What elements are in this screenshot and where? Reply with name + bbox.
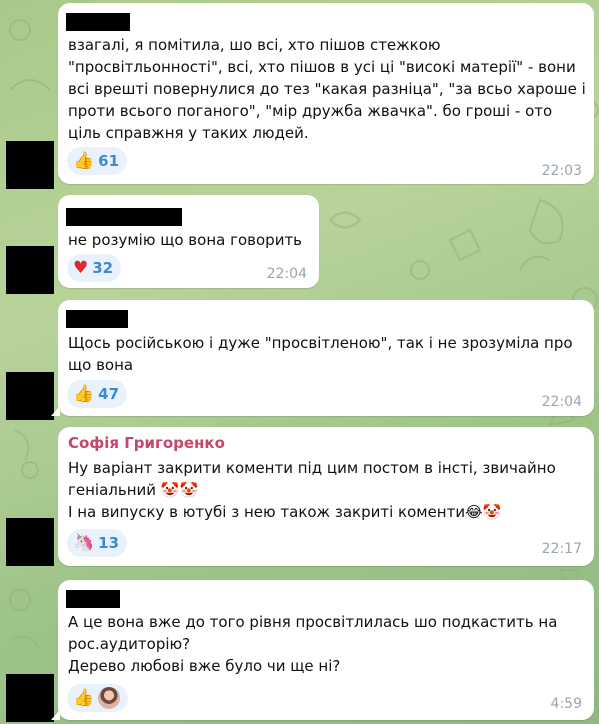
sender-name-redacted — [66, 590, 120, 608]
message-bubble[interactable]: Щось російською і дуже "просвітленою", т… — [51, 300, 594, 416]
sender-avatar[interactable] — [6, 372, 54, 420]
reaction-chip[interactable]: 👍 61 — [67, 147, 128, 175]
reactor-avatar — [98, 687, 121, 709]
heart-icon: ♥ — [73, 257, 89, 278]
reaction-chip[interactable]: 👍 — [67, 684, 129, 712]
message-time: 22:17 — [541, 541, 582, 557]
unicorn-icon: 🦄 — [73, 532, 95, 553]
message-time: 22:04 — [541, 394, 582, 410]
reaction-chip[interactable]: ♥ 32 — [67, 254, 122, 282]
thumbs-up-icon: 👍 — [73, 150, 95, 171]
sender-avatar[interactable] — [6, 246, 54, 294]
sender-name-redacted — [66, 208, 182, 226]
message-time: 22:04 — [266, 266, 307, 282]
message-text: взагалі, я помітила, шо всі, хто пішов с… — [68, 36, 586, 142]
reaction-count: 47 — [98, 385, 120, 403]
message-text: Ну варіант закрити коменти під цим посто… — [68, 459, 556, 521]
reaction-chip[interactable]: 👍 47 — [67, 380, 128, 408]
sender-name-redacted — [66, 13, 130, 31]
sender-name[interactable]: Софія Григоренко — [68, 434, 225, 452]
message-bubble[interactable]: взагалі, я помітила, шо всі, хто пішов с… — [58, 3, 594, 184]
sender-name-redacted — [66, 310, 128, 328]
message-bubble[interactable]: А це вона вже до того рівня просвітлилас… — [51, 580, 594, 720]
reaction-chip[interactable]: 🦄 13 — [67, 529, 128, 557]
message-bubble[interactable]: не розумію що вона говорить ♥ 32 22:04 — [58, 195, 319, 288]
reaction-count: 61 — [98, 152, 120, 170]
sender-avatar[interactable] — [6, 141, 54, 189]
message-text: А це вона вже до того рівня просвітлилас… — [68, 613, 558, 675]
message-time: 22:03 — [541, 163, 582, 179]
message-time: 4:59 — [550, 696, 582, 712]
thumbs-up-icon: 👍 — [73, 383, 95, 404]
reaction-count: 13 — [98, 534, 120, 552]
thumbs-up-icon: 👍 — [73, 687, 95, 708]
message-text: не розумію що вона говорить — [68, 231, 303, 249]
sender-avatar[interactable] — [6, 518, 54, 566]
sender-avatar[interactable] — [6, 674, 54, 722]
message-bubble[interactable]: Софія Григоренко Ну варіант закрити коме… — [58, 427, 594, 566]
message-text: Щось російською і дуже "просвітленою", т… — [68, 334, 573, 374]
reaction-count: 32 — [92, 259, 114, 277]
